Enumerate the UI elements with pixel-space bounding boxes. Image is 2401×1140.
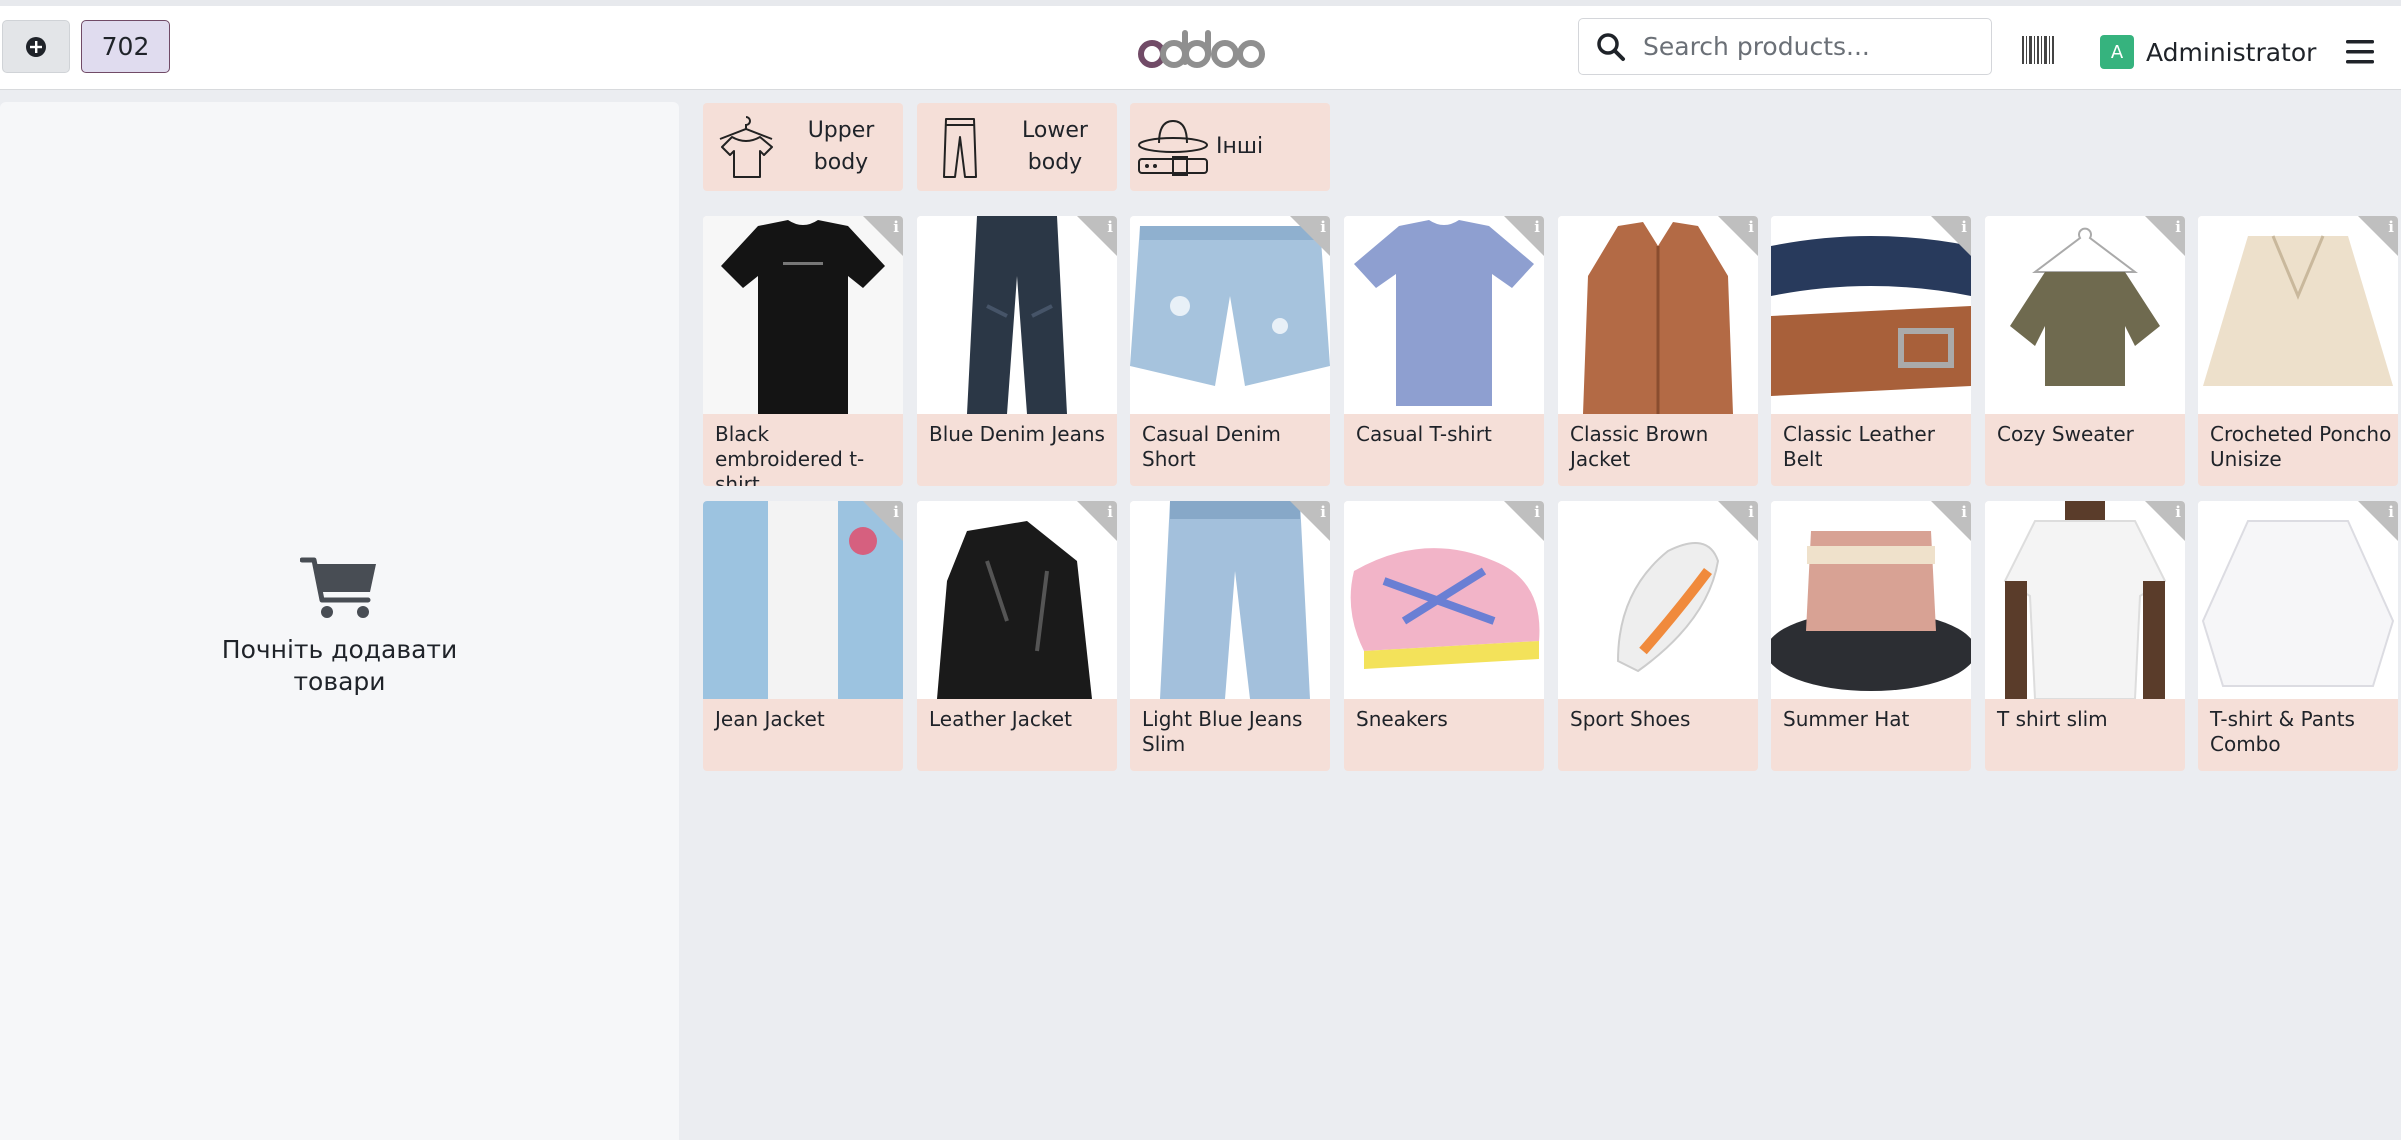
product-name: Classic Brown Jacket bbox=[1570, 422, 1709, 471]
info-icon[interactable]: i bbox=[2145, 501, 2185, 541]
product-card[interactable]: i Classic Brown Jacket bbox=[1558, 216, 1758, 486]
shopping-cart-icon bbox=[299, 557, 376, 618]
user-menu[interactable]: A Administrator bbox=[2100, 35, 2316, 69]
product-name: Black embroidered t-shirt bbox=[715, 422, 865, 486]
hat-belt-icon bbox=[1130, 103, 1216, 191]
info-icon[interactable]: i bbox=[863, 501, 903, 541]
product-name: T-shirt & Pants Combo bbox=[2210, 707, 2355, 756]
plus-circle-icon bbox=[26, 36, 46, 57]
product-card[interactable]: i Cozy Sweater bbox=[1985, 216, 2185, 486]
info-icon[interactable]: i bbox=[1077, 216, 1117, 256]
top-bar: 702 A Administrator bbox=[0, 0, 2401, 90]
search-input[interactable] bbox=[1643, 32, 1973, 61]
odoo-logo bbox=[1138, 30, 1265, 68]
info-icon[interactable]: i bbox=[1290, 216, 1330, 256]
order-tab-button[interactable]: 702 bbox=[81, 20, 170, 73]
category-label: Інші bbox=[1216, 134, 1264, 159]
product-name: Sport Shoes bbox=[1570, 707, 1691, 731]
info-icon[interactable]: i bbox=[1290, 501, 1330, 541]
empty-cart-state: Почніть додавати товари bbox=[0, 554, 679, 698]
product-name: Casual T-shirt bbox=[1356, 422, 1492, 446]
product-card[interactable]: i Crocheted Poncho Unisize bbox=[2198, 216, 2398, 486]
product-card[interactable]: i Black embroidered t-shirt bbox=[703, 216, 903, 486]
product-card[interactable]: i Casual T-shirt bbox=[1344, 216, 1544, 486]
user-name: Administrator bbox=[2146, 37, 2317, 67]
search-icon bbox=[1579, 19, 1643, 74]
product-name: Summer Hat bbox=[1783, 707, 1910, 731]
category-other[interactable]: Інші bbox=[1130, 103, 1330, 191]
product-card[interactable]: i Sneakers bbox=[1344, 501, 1544, 771]
tshirt-hanger-icon bbox=[703, 103, 789, 191]
category-label: Lower body bbox=[1022, 118, 1088, 175]
product-name: Crocheted Poncho Unisize bbox=[2210, 422, 2392, 471]
product-card[interactable]: i Sport Shoes bbox=[1558, 501, 1758, 771]
info-icon[interactable]: i bbox=[1504, 216, 1544, 256]
product-name: Blue Denim Jeans bbox=[929, 422, 1105, 446]
order-panel: Почніть додавати товари bbox=[0, 102, 679, 1140]
barcode-icon[interactable] bbox=[2022, 36, 2054, 64]
product-name: Cozy Sweater bbox=[1997, 422, 2134, 446]
product-card[interactable]: i Light Blue Jeans Slim bbox=[1130, 501, 1330, 771]
product-name: Sneakers bbox=[1356, 707, 1448, 731]
product-name: Casual Denim Short bbox=[1142, 422, 1281, 471]
category-label: Upper body bbox=[807, 118, 875, 175]
info-icon[interactable]: i bbox=[2358, 216, 2398, 256]
info-icon[interactable]: i bbox=[1931, 501, 1971, 541]
product-name: Jean Jacket bbox=[715, 707, 825, 731]
product-card[interactable]: i Leather Jacket bbox=[917, 501, 1117, 771]
info-icon[interactable]: i bbox=[1718, 501, 1758, 541]
info-icon[interactable]: i bbox=[863, 216, 903, 256]
product-card[interactable]: i Summer Hat bbox=[1771, 501, 1971, 771]
product-card[interactable]: i Blue Denim Jeans bbox=[917, 216, 1117, 486]
category-upper-body[interactable]: Upper body bbox=[703, 103, 903, 191]
product-card[interactable]: i T-shirt & Pants Combo bbox=[2198, 501, 2398, 771]
info-icon[interactable]: i bbox=[1718, 216, 1758, 256]
product-name: Classic Leather Belt bbox=[1783, 422, 1935, 471]
empty-cart-message: Почніть додавати товари bbox=[221, 635, 458, 696]
product-search[interactable] bbox=[1578, 18, 1992, 75]
product-card[interactable]: i Jean Jacket bbox=[703, 501, 903, 771]
product-name: T shirt slim bbox=[1997, 707, 2108, 731]
hamburger-menu-icon[interactable] bbox=[2344, 38, 2376, 66]
product-card[interactable]: i T shirt slim bbox=[1985, 501, 2185, 771]
new-order-button[interactable] bbox=[2, 20, 70, 73]
product-name: Leather Jacket bbox=[929, 707, 1072, 731]
info-icon[interactable]: i bbox=[1931, 216, 1971, 256]
product-card[interactable]: i Casual Denim Short bbox=[1130, 216, 1330, 486]
category-lower-body[interactable]: Lower body bbox=[917, 103, 1117, 191]
product-name: Light Blue Jeans Slim bbox=[1142, 707, 1303, 756]
product-card[interactable]: i Classic Leather Belt bbox=[1771, 216, 1971, 486]
info-icon[interactable]: i bbox=[1077, 501, 1117, 541]
info-icon[interactable]: i bbox=[2358, 501, 2398, 541]
avatar: A bbox=[2100, 35, 2134, 69]
info-icon[interactable]: i bbox=[2145, 216, 2185, 256]
pants-icon bbox=[917, 103, 1003, 191]
info-icon[interactable]: i bbox=[1504, 501, 1544, 541]
